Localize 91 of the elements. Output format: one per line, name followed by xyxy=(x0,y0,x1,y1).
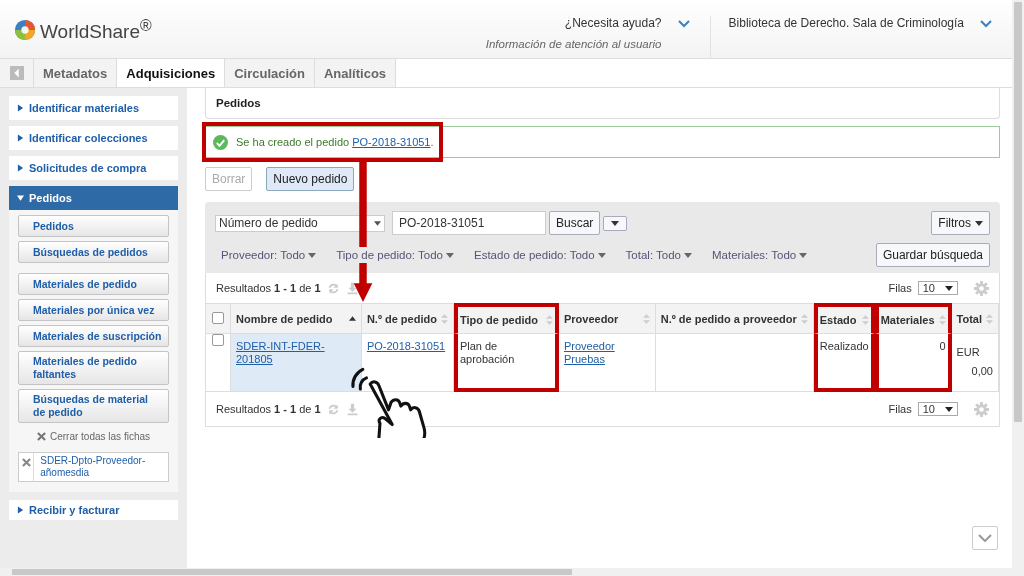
total-amount: 0,00 xyxy=(970,365,993,378)
module-tab[interactable]: Circulación xyxy=(225,59,315,87)
table-cell-text: 0 xyxy=(939,340,946,352)
caret-down-icon xyxy=(975,220,983,226)
column-header[interactable]: Tipo de pedido xyxy=(453,303,559,334)
sidebar-section[interactable]: Identificar colecciones xyxy=(9,126,178,150)
sidebar-section[interactable]: Recibir y facturar xyxy=(9,500,178,520)
sidebar-link-button[interactable]: Búsquedas de material de pedido xyxy=(18,389,169,423)
sidebar-section[interactable]: Solicitudes de compra xyxy=(9,156,178,180)
caret-right-icon xyxy=(17,134,24,142)
sort-icon[interactable] xyxy=(440,313,448,324)
collapse-sidebar-icon[interactable] xyxy=(9,66,24,80)
sidebar-link-button[interactable]: Materiales de pedido xyxy=(18,273,169,295)
caret-right-icon xyxy=(17,506,24,514)
sort-icon[interactable] xyxy=(800,313,808,324)
caret-down-icon xyxy=(374,220,381,226)
caret-down-icon xyxy=(945,406,953,412)
settings-icon[interactable] xyxy=(974,280,989,296)
refresh-icon[interactable] xyxy=(326,402,340,416)
caret-right-icon xyxy=(17,164,24,172)
caret-down-icon xyxy=(17,194,24,202)
column-header[interactable]: Estado xyxy=(813,303,875,334)
open-record-link[interactable]: SDER-Dpto-Proveedor-añomesdia xyxy=(34,453,168,481)
sidebar-link-button[interactable]: Materiales por única vez xyxy=(18,299,169,321)
close-all-link[interactable]: Cerrar todas las fichas xyxy=(49,431,150,442)
check-circle-icon xyxy=(213,134,228,150)
sidebar-link-button[interactable]: Búsquedas de pedidos xyxy=(18,241,169,263)
sort-icon[interactable] xyxy=(938,315,946,325)
action-button[interactable]: Nuevo pedido xyxy=(266,167,355,191)
chevron-down-icon[interactable] xyxy=(980,20,992,28)
column-header[interactable]: Materiales xyxy=(874,303,952,334)
close-icon[interactable] xyxy=(36,432,46,441)
module-tab[interactable]: Metadatos xyxy=(34,59,118,87)
caret-down-icon xyxy=(684,252,693,258)
column-header[interactable]: Total xyxy=(951,303,999,334)
help-link[interactable]: ¿Necesita ayuda? xyxy=(564,16,662,30)
caret-down-icon xyxy=(308,252,317,258)
currency-code: EUR xyxy=(956,346,981,359)
caret-down-icon xyxy=(611,220,620,226)
sidebar-link-button[interactable]: Materiales de suscripción xyxy=(18,325,169,347)
rows-select[interactable]: 10 xyxy=(917,281,958,295)
caret-down-icon xyxy=(799,252,808,258)
results-count: Resultados 1 - 1 de 1 xyxy=(216,282,321,294)
logo-text: WorldShare$^{®}$ xyxy=(40,17,152,44)
caret-down-icon xyxy=(945,285,953,291)
vertical-scrollbar[interactable] xyxy=(1014,2,1022,422)
search-button[interactable]: Buscar xyxy=(549,211,601,235)
column-header[interactable]: Proveedor xyxy=(558,303,656,334)
sort-ascending-icon[interactable] xyxy=(348,316,356,321)
settings-icon[interactable] xyxy=(974,401,989,417)
filter-dropdown[interactable]: Tipo de pedido: Todo xyxy=(336,247,454,263)
sort-icon[interactable] xyxy=(861,315,869,325)
chevron-down-icon[interactable] xyxy=(677,20,690,28)
caret-down-icon xyxy=(445,252,454,258)
page-title: Pedidos xyxy=(216,97,261,109)
row-checkbox[interactable] xyxy=(212,334,224,346)
success-text: Se ha creado el pedido PO-2018-31051. xyxy=(236,136,434,148)
sidebar-section[interactable]: Identificar materiales xyxy=(9,96,178,120)
refresh-icon[interactable] xyxy=(326,281,340,295)
horizontal-scrollbar[interactable] xyxy=(12,569,572,575)
column-header[interactable]: Nombre de pedido xyxy=(231,303,362,334)
results-count: Resultados 1 - 1 de 1 xyxy=(216,403,321,415)
sort-icon[interactable] xyxy=(642,313,650,324)
table-cell-text: Plan de aprobación xyxy=(459,340,515,365)
search-field-select[interactable]: Número de pedido xyxy=(215,214,385,232)
rows-label: Filas xyxy=(888,282,912,294)
search-input[interactable]: PO-2018-31051 xyxy=(392,211,546,235)
column-header[interactable]: N.º de pedido a proveedor xyxy=(655,303,814,334)
sidebar-link-button[interactable]: Pedidos xyxy=(18,215,169,237)
scroll-down-button[interactable] xyxy=(972,526,998,550)
table-link[interactable]: PO-2018-31051 xyxy=(366,340,448,353)
help-subtitle: Información de atención al usuario xyxy=(485,38,662,50)
sort-icon[interactable] xyxy=(545,315,553,325)
sort-icon[interactable] xyxy=(986,313,993,324)
table-cell-text: Realizado xyxy=(819,340,869,352)
filters-button[interactable]: Filtros xyxy=(931,211,990,235)
search-options-button[interactable] xyxy=(603,215,628,231)
column-header[interactable]: N.º de pedido xyxy=(361,303,454,334)
table-link[interactable]: Proveedor Pruebas xyxy=(563,340,650,366)
save-search-button[interactable]: Guardar búsqueda xyxy=(875,243,990,267)
chevron-down-icon xyxy=(978,534,992,542)
rows-label: Filas xyxy=(888,403,912,415)
sidebar-section[interactable]: Pedidos xyxy=(9,186,178,210)
logo-icon xyxy=(14,19,36,42)
rows-select[interactable]: 10 xyxy=(917,402,958,416)
select-all-checkbox[interactable] xyxy=(212,311,224,324)
caret-down-icon xyxy=(597,252,606,258)
sidebar-link-button[interactable]: Materiales de pedido faltantes xyxy=(18,351,169,385)
caret-right-icon xyxy=(17,104,24,112)
close-icon[interactable] xyxy=(21,458,31,467)
module-tab[interactable]: Analíticos xyxy=(314,59,397,87)
